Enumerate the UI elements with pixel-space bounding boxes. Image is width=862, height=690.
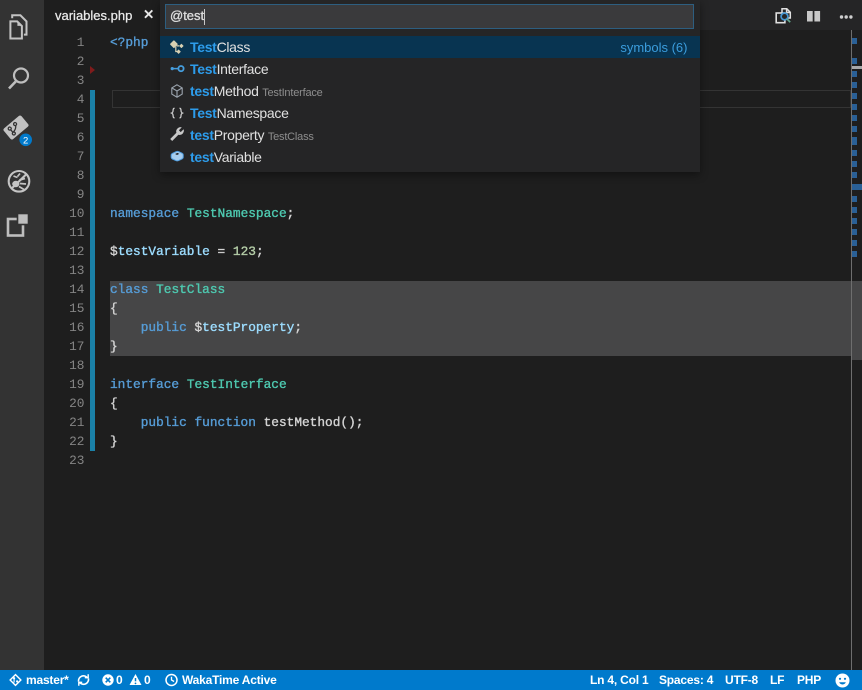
svg-text:2: 2	[23, 135, 28, 146]
